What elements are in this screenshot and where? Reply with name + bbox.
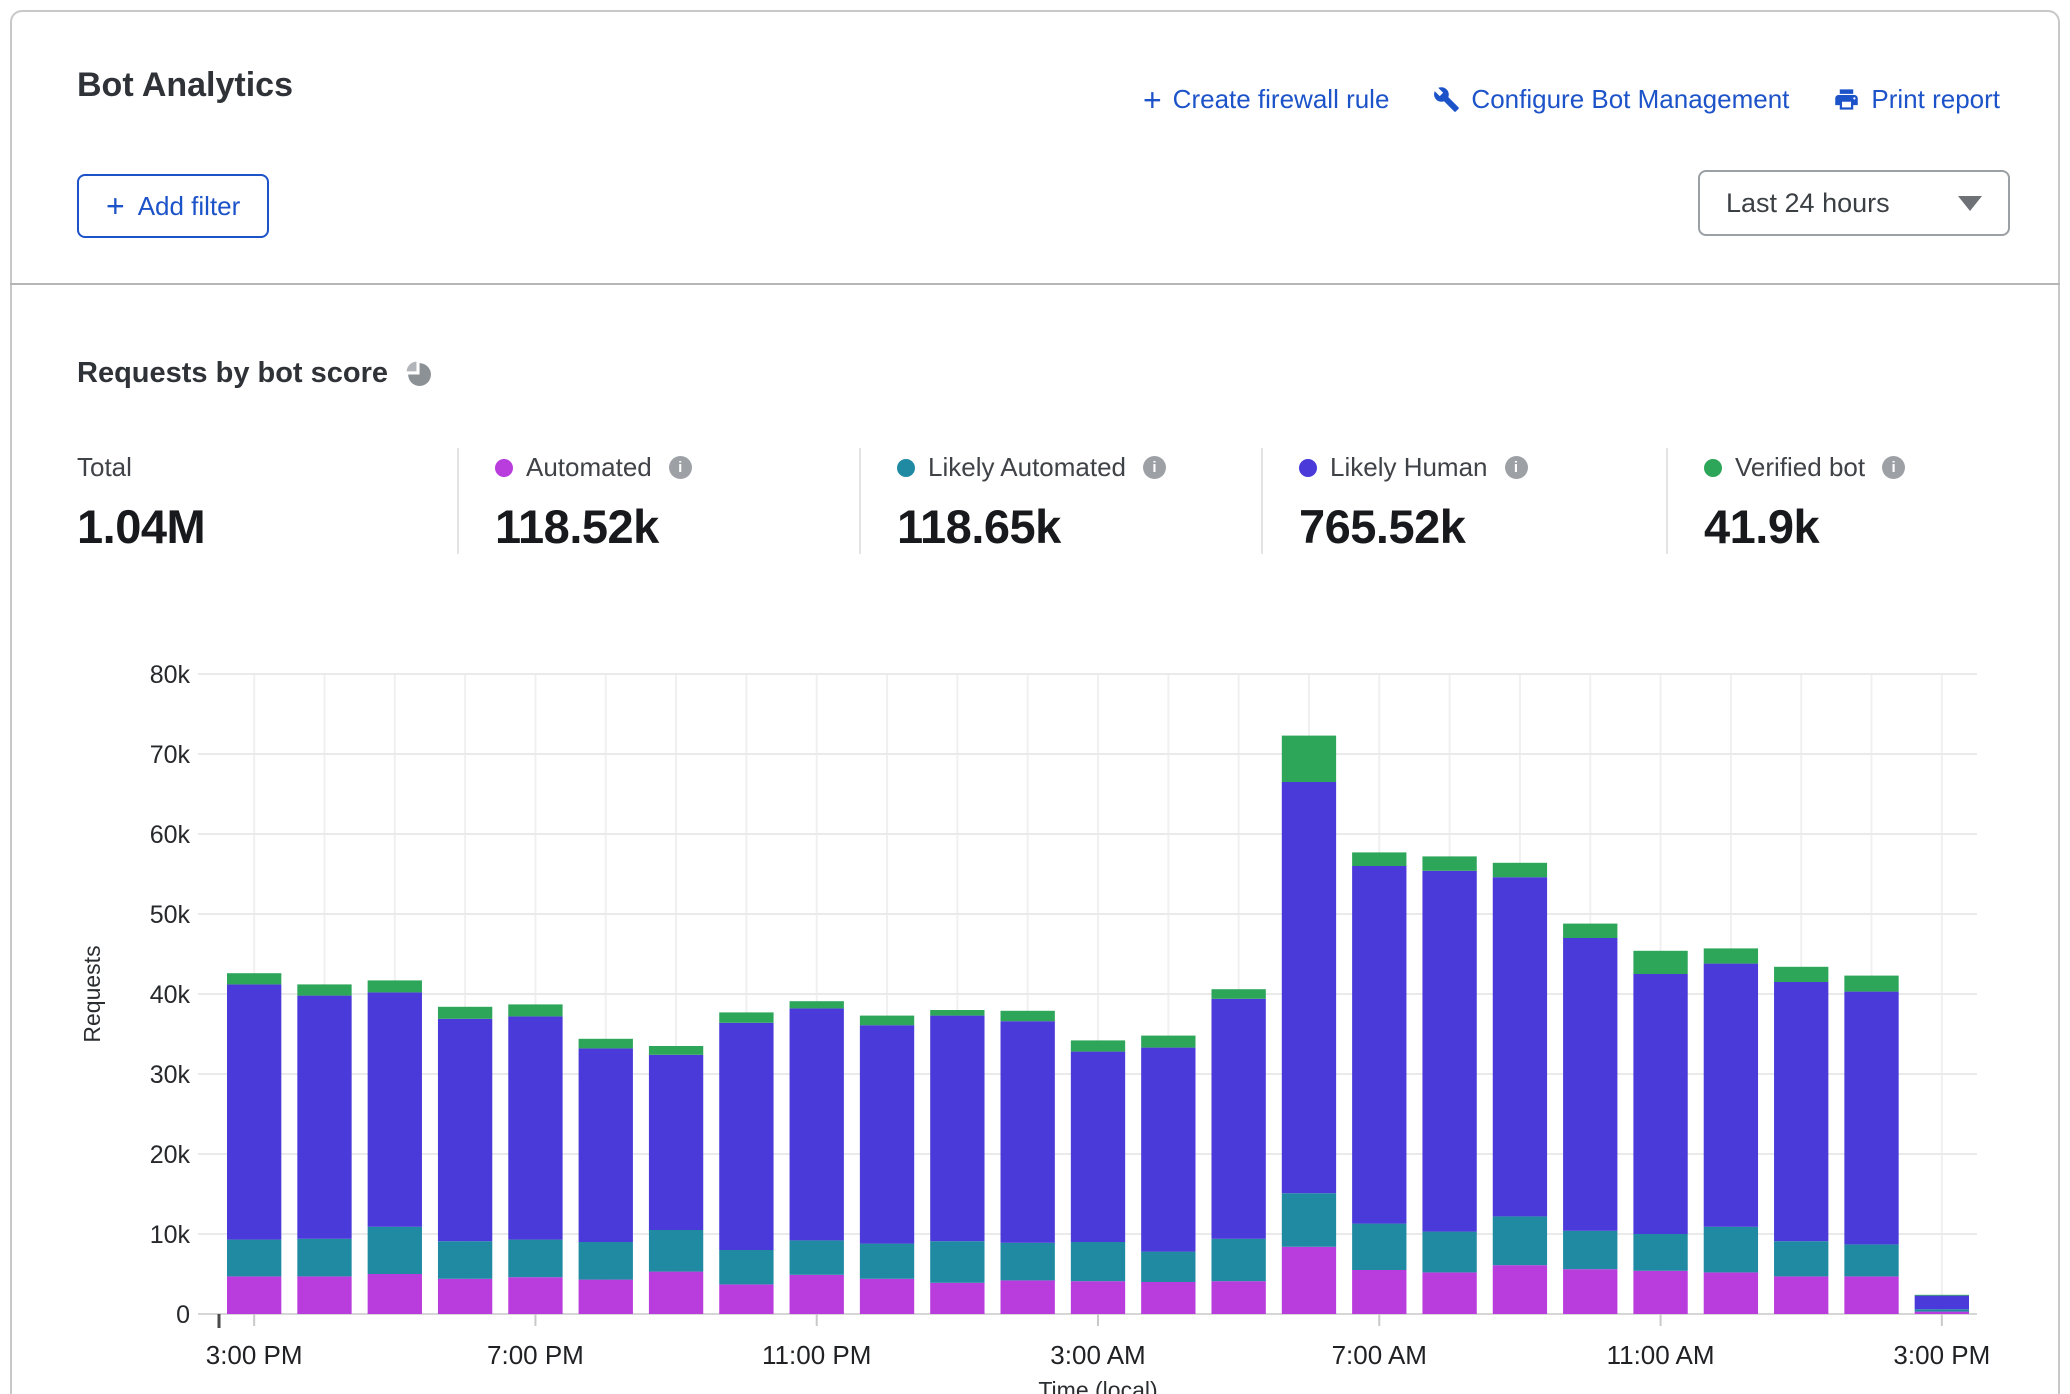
y-axis-title: Requests [79,945,105,1042]
pie-chart-icon [405,360,432,387]
bar-stack[interactable] [1352,852,1406,1314]
bar-stack[interactable] [1282,736,1336,1314]
bar-stack[interactable] [1774,967,1828,1314]
y-tick-label: 70k [150,741,191,769]
stat-value: 118.65k [897,499,1261,554]
stat-verified-bot: Verified bot i 41.9k [1666,448,2018,554]
bot-score-chart: 0 10k 20k 30k 40k 50k 60k 70k 80k 3:00 PM 7:00 PM 1… [12,642,2070,1394]
y-tick-label: 40k [150,981,191,1009]
add-filter-label: Add filter [138,191,241,222]
stat-total: Total 1.04M [77,448,457,554]
bar-stack[interactable] [1563,924,1617,1314]
y-tick-label: 20k [150,1141,191,1169]
bot-analytics-page: Bot Analytics + Create firewall rule Con… [0,0,2070,1394]
y-tick-label: 30k [150,1061,191,1089]
bar-stack[interactable] [1844,976,1898,1314]
card-header: Bot Analytics + Create firewall rule Con… [12,12,2058,283]
plus-icon: + [106,193,125,219]
stat-likely-automated: Likely Automated i 118.65k [859,448,1261,554]
y-tick-label: 0 [176,1301,190,1329]
x-tick-label: 3:00 PM [1893,1340,1990,1370]
section-title: Requests by bot score [77,357,388,390]
page-title: Bot Analytics [77,66,293,105]
bar-stack[interactable] [1704,948,1758,1314]
bar-stack[interactable] [227,973,281,1314]
stats-row: Total 1.04M Automated i 118.52k Like [77,448,2018,554]
create-firewall-rule-label: Create firewall rule [1173,84,1390,115]
stat-likely-human: Likely Human i 765.52k [1261,448,1666,554]
bar-stack[interactable] [1211,989,1265,1314]
bar-stack[interactable] [1422,856,1476,1314]
printer-icon [1833,86,1860,113]
print-report-link[interactable]: Print report [1833,84,2000,115]
bot-analytics-card: Bot Analytics + Create firewall rule Con… [10,10,2060,1394]
info-icon[interactable]: i [1505,456,1528,479]
stat-label: Automated [526,452,652,483]
info-icon[interactable]: i [669,456,692,479]
y-tick-label: 60k [150,821,191,849]
bar-stack[interactable] [1071,1040,1125,1314]
x-tick-label: 7:00 PM [487,1340,584,1370]
y-tick-label: 10k [150,1221,191,1249]
y-tick-label: 80k [150,661,191,689]
stat-value: 118.52k [495,499,859,554]
bar-stack[interactable] [508,1004,562,1314]
x-tick-label: 11:00 AM [1607,1340,1715,1370]
add-filter-button[interactable]: + Add filter [77,174,269,238]
legend-dot [495,459,513,477]
bar-stack[interactable] [790,1001,844,1314]
bar-stack[interactable] [1493,863,1547,1314]
info-icon[interactable]: i [1882,456,1905,479]
configure-bot-management-link[interactable]: Configure Bot Management [1433,84,1789,115]
time-range-value: Last 24 hours [1726,188,1890,219]
stat-value: 1.04M [77,499,457,554]
stat-label: Verified bot [1735,452,1865,483]
bar-stack[interactable] [930,1010,984,1314]
x-tick-label: 3:00 AM [1050,1340,1145,1370]
stat-value: 41.9k [1704,499,2018,554]
stat-label: Total [77,452,132,483]
create-firewall-rule-link[interactable]: + Create firewall rule [1143,84,1389,115]
info-icon[interactable]: i [1143,456,1166,479]
x-tick-label: 11:00 PM [762,1340,871,1370]
time-range-select[interactable]: Last 24 hours [1698,170,2010,236]
x-axis-title: Time (local) [1038,1377,1157,1394]
bar-stack[interactable] [297,984,351,1314]
legend-dot [1299,459,1317,477]
chevron-down-icon [1958,196,1982,211]
section-title-row: Requests by bot score [12,285,2058,390]
bar-stack[interactable] [1141,1036,1195,1314]
bar-stack[interactable] [368,980,422,1314]
plus-icon: + [1143,87,1162,113]
bar-stack[interactable] [649,1046,703,1314]
bar-stack[interactable] [1633,951,1687,1314]
bar-stack[interactable] [1915,1295,1969,1314]
stat-label: Likely Automated [928,452,1126,483]
legend-dot [1704,459,1722,477]
x-tick-label: 7:00 AM [1332,1340,1427,1370]
bar-stack[interactable] [438,1007,492,1314]
bar-stack[interactable] [1001,1011,1055,1314]
wrench-icon [1433,86,1460,113]
bar-stack[interactable] [579,1039,633,1314]
chart-section: Requests by bot score Total 1.04M Aut [12,285,2058,1394]
bar-stack[interactable] [860,1016,914,1314]
print-report-label: Print report [1871,84,2000,115]
y-tick-label: 50k [150,901,191,929]
legend-dot [897,459,915,477]
stat-value: 765.52k [1299,499,1666,554]
bar-stack[interactable] [719,1012,773,1314]
configure-bot-management-label: Configure Bot Management [1471,84,1789,115]
x-tick-label: 3:00 PM [206,1340,303,1370]
stat-label: Likely Human [1330,452,1488,483]
header-actions: + Create firewall rule Configure Bot Man… [1143,84,2000,115]
stat-automated: Automated i 118.52k [457,448,859,554]
